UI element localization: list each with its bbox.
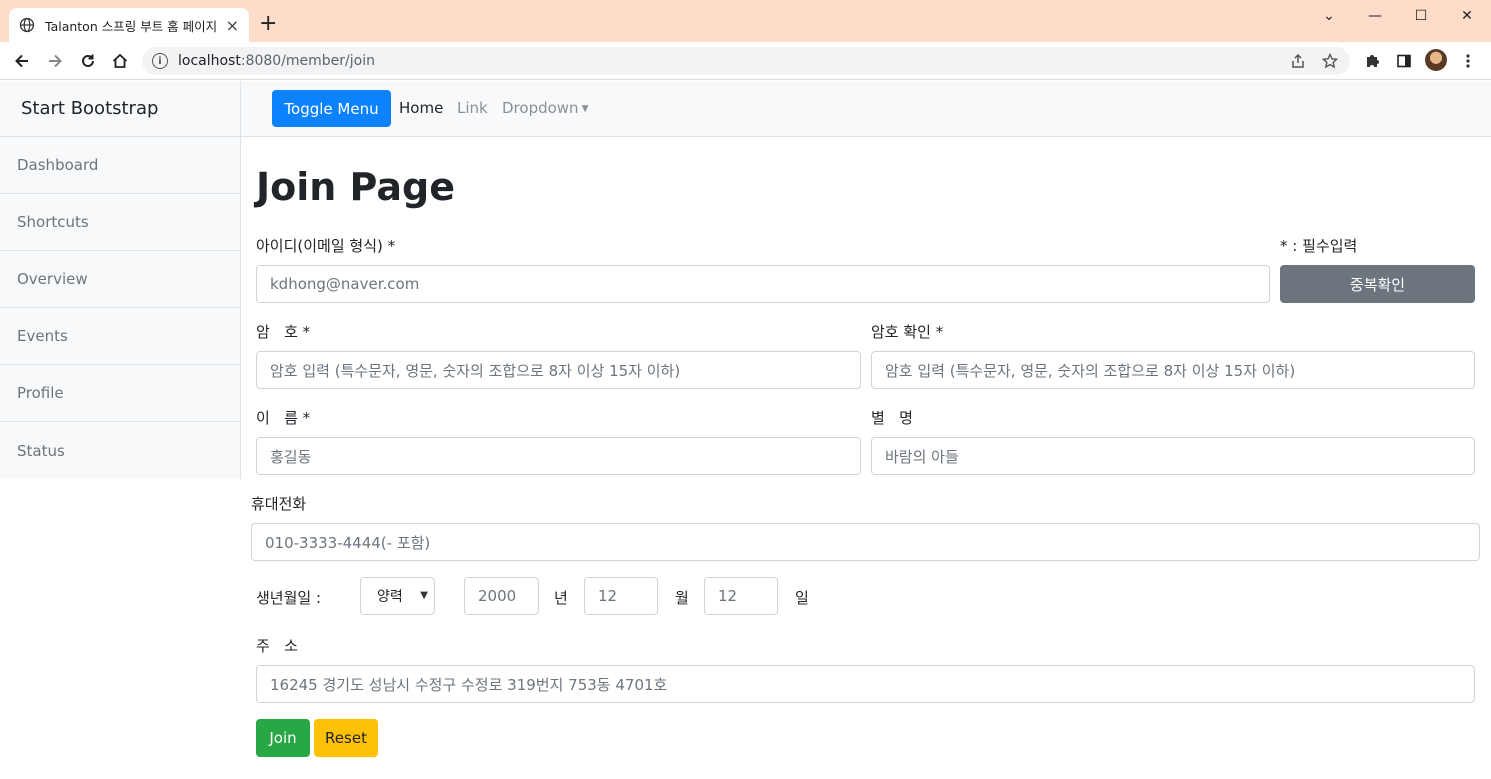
birth-day-field[interactable]: 12 [704, 577, 778, 615]
page-viewport: Start Bootstrap Dashboard Shortcuts Over… [0, 81, 1491, 779]
nav-dropdown[interactable]: Dropdown ▼ [502, 99, 588, 117]
required-note: * : 필수입력 [1280, 237, 1358, 255]
sidebar-item-status[interactable]: Status [0, 422, 240, 479]
calendar-type-select[interactable]: 양력 ▼ [360, 577, 435, 615]
address-label: 주 소 [256, 637, 298, 655]
join-button[interactable]: Join [256, 719, 310, 757]
address-bar[interactable]: i localhost:8080/member/join [142, 47, 1350, 75]
sidebar: Start Bootstrap Dashboard Shortcuts Over… [0, 81, 241, 479]
duplicate-check-button[interactable]: 중복확인 [1280, 265, 1475, 303]
sidebar-item-profile[interactable]: Profile [0, 365, 240, 422]
reset-button[interactable]: Reset [314, 719, 378, 757]
home-icon[interactable] [108, 49, 132, 73]
sidebar-item-shortcuts[interactable]: Shortcuts [0, 194, 240, 251]
nickname-label: 별 명 [871, 409, 913, 427]
password-field[interactable]: 암호 입력 (특수문자, 영문, 숫자의 조합으로 8자 이상 15자 이하) [256, 351, 861, 389]
chevron-down-icon: ▼ [420, 590, 428, 601]
url-text: localhost:8080/member/join [178, 53, 375, 69]
nickname-field[interactable]: 바람의 아들 [871, 437, 1475, 475]
reload-icon[interactable] [76, 49, 100, 73]
month-unit: 월 [675, 589, 689, 607]
top-navbar: Toggle Menu Home Link Dropdown ▼ [241, 81, 1491, 137]
sidebar-item-dashboard[interactable]: Dashboard [0, 137, 240, 194]
profile-avatar[interactable] [1425, 49, 1447, 71]
password-confirm-field[interactable]: 암호 입력 (특수문자, 영문, 숫자의 조합으로 8자 이상 15자 이하) [871, 351, 1475, 389]
password-label: 암 호 * [256, 323, 311, 341]
tab-search-icon[interactable]: ⌄ [1306, 4, 1352, 28]
name-field[interactable]: 홍길동 [256, 437, 861, 475]
browser-tab-strip: Talanton 스프링 부트 홈 페이지 × + ⌄ — ☐ ✕ [0, 0, 1491, 42]
phone-label: 휴대전화 [251, 495, 307, 513]
extensions-icon[interactable] [1361, 50, 1383, 72]
forward-icon[interactable] [43, 49, 67, 73]
year-unit: 년 [554, 589, 568, 607]
sidebar-heading[interactable]: Start Bootstrap [0, 81, 240, 137]
tab-title: Talanton 스프링 부트 홈 페이지 [45, 18, 218, 34]
day-unit: 일 [795, 589, 809, 607]
site-info-icon[interactable]: i [152, 53, 168, 69]
menu-kebab-icon[interactable] [1457, 50, 1479, 72]
birth-month-field[interactable]: 12 [584, 577, 658, 615]
browser-toolbar: i localhost:8080/member/join [0, 42, 1491, 80]
id-label: 아이디(이메일 형식) * [256, 237, 396, 255]
close-window-button[interactable]: ✕ [1444, 4, 1490, 28]
browser-tab[interactable]: Talanton 스프링 부트 홈 페이지 × [9, 8, 249, 42]
nav-link-home[interactable]: Home [399, 99, 443, 117]
address-field[interactable]: 16245 경기도 성남시 수정구 수정로 319번지 753동 4701호 [256, 665, 1475, 703]
back-icon[interactable] [10, 49, 34, 73]
join-form: Join Page 아이디(이메일 형식) * * : 필수입력 kdhong@… [241, 137, 1491, 779]
sidebar-item-overview[interactable]: Overview [0, 251, 240, 308]
sidebar-item-events[interactable]: Events [0, 308, 240, 365]
tab-close-icon[interactable]: × [226, 16, 239, 35]
caret-down-icon: ▼ [581, 104, 589, 114]
maximize-button[interactable]: ☐ [1398, 4, 1444, 28]
birth-year-field[interactable]: 2000 [464, 577, 539, 615]
new-tab-button[interactable]: + [259, 13, 277, 35]
toggle-menu-button[interactable]: Toggle Menu [272, 90, 391, 127]
phone-field[interactable]: 010-3333-4444(- 포함) [251, 523, 1480, 561]
birth-label: 생년월일 : [256, 589, 322, 607]
share-icon[interactable] [1290, 47, 1306, 75]
minimize-button[interactable]: — [1352, 4, 1398, 28]
side-panel-icon[interactable] [1393, 50, 1415, 72]
bookmark-star-icon[interactable] [1322, 47, 1338, 75]
globe-icon [19, 17, 35, 33]
password-confirm-label: 암호 확인 * [871, 323, 944, 341]
page-title: Join Page [256, 165, 455, 209]
name-label: 이 름 * [256, 409, 311, 427]
nav-link-link[interactable]: Link [457, 99, 488, 117]
email-field[interactable]: kdhong@naver.com [256, 265, 1270, 303]
